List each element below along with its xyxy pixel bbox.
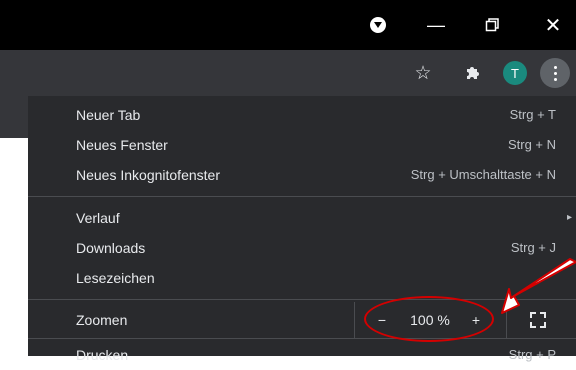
restore-icon (485, 18, 499, 32)
browser-toolbar (0, 50, 576, 96)
menu-item-label: Verlauf (76, 210, 120, 226)
avatar: T (503, 61, 527, 85)
menu-separator (28, 338, 576, 339)
menu-item-bookmarks[interactable]: Lesezeichen (28, 263, 576, 293)
toolbar-left-edge (0, 96, 28, 138)
menu-item-print[interactable]: Drucken Strg + P (28, 340, 576, 370)
menu-separator (28, 196, 576, 197)
bookmark-star-icon[interactable]: ☆ (410, 50, 436, 96)
menu-item-shortcut: Strg + J (510, 240, 556, 255)
menu-item-new-incognito-window[interactable]: Neues Inkognitofenster Strg + Umschaltta… (28, 160, 576, 190)
close-icon: ✕ (544, 14, 562, 37)
more-vert-icon (540, 58, 570, 88)
menu-item-shortcut: Strg + Umschalttaste + N (410, 167, 556, 182)
menu-item-history[interactable]: Verlauf ▸ (28, 203, 576, 233)
zoom-label: Zoomen (76, 312, 128, 328)
restore-button[interactable] (474, 0, 510, 50)
menu-item-downloads[interactable]: Downloads Strg + J (28, 233, 576, 263)
menu-item-label: Lesezeichen (76, 270, 155, 286)
fullscreen-button[interactable] (528, 310, 548, 330)
menu-item-label: Downloads (76, 240, 146, 256)
profile-dropdown-button[interactable] (360, 0, 396, 50)
menu-item-new-tab[interactable]: Neuer Tab Strg + T (28, 100, 576, 130)
menu-item-label: Neuer Tab (76, 107, 141, 123)
zoom-divider (506, 302, 507, 338)
zoom-divider (354, 302, 355, 338)
fullscreen-icon (530, 312, 546, 328)
close-button[interactable]: ✕ (530, 0, 576, 50)
menu-item-label: Neues Inkognitofenster (76, 167, 220, 183)
chevron-down-icon (370, 17, 386, 33)
extensions-button[interactable] (460, 50, 486, 96)
menu-item-shortcut: Strg + P (508, 347, 556, 362)
minimize-button[interactable]: — (418, 0, 454, 50)
star-icon: ☆ (414, 62, 432, 84)
menu-item-shortcut: Strg + T (509, 107, 556, 122)
minimize-icon: — (427, 14, 445, 35)
submenu-arrow-icon: ▸ (566, 212, 572, 223)
puzzle-icon (467, 67, 479, 79)
chrome-main-menu: Neuer Tab Strg + T Neues Fenster Strg + … (28, 96, 576, 363)
menu-item-new-window[interactable]: Neues Fenster Strg + N (28, 130, 576, 160)
menu-item-label: Neues Fenster (76, 137, 168, 153)
chrome-menu-button[interactable] (540, 50, 570, 96)
menu-item-shortcut: Strg + N (507, 137, 556, 152)
annotation-ellipse (364, 296, 494, 342)
profile-avatar-button[interactable]: T (500, 50, 530, 96)
menu-separator (28, 299, 576, 300)
menu-item-label: Drucken (76, 347, 129, 363)
